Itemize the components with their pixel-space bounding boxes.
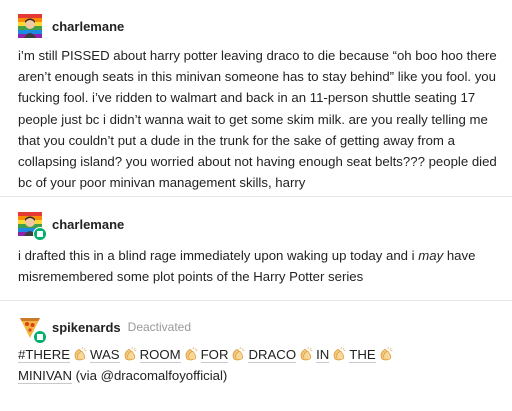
tag-line[interactable]: #THERE WAS ROOM FOR DRACO IN THE [18, 347, 396, 363]
clapping-hands-icon [329, 347, 349, 362]
avatar[interactable] [18, 14, 42, 38]
avatar[interactable] [18, 212, 47, 241]
tag-word[interactable]: WAS [90, 347, 120, 363]
clapping-hands-icon [185, 347, 198, 361]
reblog-via[interactable]: (via @dracomalfoyofficial) [76, 368, 228, 383]
clapping-hands-icon [70, 347, 90, 362]
tag-word[interactable]: MINIVAN [18, 368, 72, 385]
clapping-hands-icon [333, 347, 346, 361]
clapping-hands-icon [376, 347, 396, 362]
follow-badge-icon [33, 227, 47, 241]
post-text: i’m still PISSED about harry potter leav… [18, 48, 497, 191]
clapping-hands-icon [233, 347, 246, 361]
tag-word[interactable]: DRACO [248, 347, 297, 363]
avatar[interactable] [18, 315, 47, 344]
post-header: charlemane [18, 211, 124, 241]
clapping-hands-icon [300, 347, 313, 361]
tag-word[interactable]: #THERE [18, 347, 71, 363]
tag-word[interactable]: ROOM [139, 347, 181, 363]
clapping-hands-icon [380, 347, 393, 361]
username[interactable]: spikenards [52, 320, 121, 335]
deactivated-label: Deactivated [127, 320, 192, 334]
clapping-hands-icon [181, 347, 201, 362]
follow-badge-icon [33, 330, 47, 344]
clapping-hands-icon [228, 347, 248, 362]
post-1: charlemane i’m still PISSED about harry … [0, 0, 512, 196]
post-2: charlemane i drafted this in a blind rag… [0, 197, 512, 300]
post-3: spikenards Deactivated #THERE WAS ROOM FOR D… [0, 301, 512, 411]
tag-word[interactable]: IN [316, 347, 330, 363]
rainbow-avatar-icon [18, 14, 42, 38]
post-header: spikenards Deactivated [18, 314, 192, 344]
post-text-part: i drafted this in a blind rage immediate… [18, 248, 419, 263]
clapping-hands-icon [74, 347, 87, 361]
clapping-hands-icon [120, 347, 140, 362]
post-text-emphasis: may [418, 248, 444, 263]
username[interactable]: charlemane [52, 217, 124, 232]
clapping-hands-icon [296, 347, 316, 362]
tag-word[interactable]: THE [349, 347, 376, 363]
post-header: charlemane [18, 13, 124, 39]
tag-list: #THERE WAS ROOM FOR DRACO IN THE MINIVAN (via … [18, 344, 498, 386]
username[interactable]: charlemane [52, 19, 124, 34]
post-text: i drafted this in a blind rage immediate… [18, 245, 498, 287]
tag-word[interactable]: FOR [200, 347, 229, 363]
clapping-hands-icon [124, 347, 137, 361]
